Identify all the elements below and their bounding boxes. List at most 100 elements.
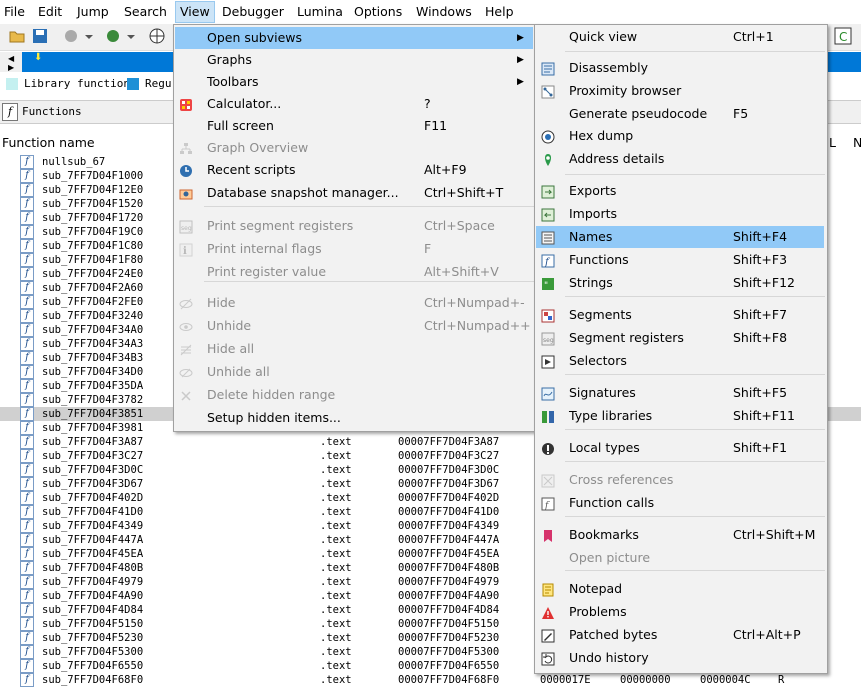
menu-item-label: Database snapshot manager...	[207, 185, 399, 200]
subview-item-undo-history[interactable]: Undo history	[536, 647, 824, 669]
view-menu-item-recent-scripts[interactable]: Recent scripts Alt+F9	[175, 159, 533, 181]
function-icon: f	[20, 253, 34, 267]
subview-item-hex-dump[interactable]: Hex dump	[536, 125, 824, 147]
nav-pointer-icon: ⬇	[34, 52, 43, 63]
function-name: sub_7FF7D04F3240	[42, 310, 144, 322]
menu-windows[interactable]: Windows	[416, 4, 472, 20]
menu-search[interactable]: Search	[124, 4, 167, 20]
refresh-icon[interactable]: C	[834, 27, 852, 45]
menu-separator	[565, 461, 825, 462]
column-l-header[interactable]: L	[829, 135, 836, 150]
subview-item-proximity-browser[interactable]: Proximity browser	[536, 80, 824, 102]
function-name: sub_7FF7D04F1720	[42, 212, 144, 224]
view-menu-item-open-subviews[interactable]: Open subviews ▶	[175, 27, 533, 49]
view-menu-item-graphs[interactable]: Graphs ▶	[175, 49, 533, 71]
menu-item-label: Graph Overview	[207, 140, 309, 155]
subview-item-names[interactable]: Names Shift+F4	[536, 226, 824, 248]
function-name: sub_7FF7D04F402D	[42, 492, 144, 504]
chevron-down-icon[interactable]	[84, 27, 102, 45]
save-icon[interactable]	[31, 27, 49, 45]
back-icon[interactable]	[62, 27, 80, 45]
function-icon: f	[20, 351, 34, 365]
table-row[interactable]: f sub_7FF7D04F68F0 .text 00007FF7D04F68F0 00…	[0, 673, 861, 687]
subview-item-signatures[interactable]: Signatures Shift+F5	[536, 382, 824, 404]
menu-item-label: Print segment registers	[207, 218, 354, 233]
subview-item-problems[interactable]: Problems	[536, 601, 824, 623]
function-name: sub_7FF7D04F35DA	[42, 380, 144, 392]
function-calls-icon: f	[541, 496, 555, 511]
function-name: sub_7FF7D04F4D84	[42, 604, 144, 616]
subview-item-local-types[interactable]: Local types Shift+F1	[536, 437, 824, 459]
function-name: sub_7FF7D04F3851	[42, 408, 144, 420]
subview-item-quick-view[interactable]: Quick view Ctrl+1	[536, 26, 824, 48]
subview-item-segment-registers[interactable]: seg Segment registers Shift+F8	[536, 327, 824, 349]
subview-item-segments[interactable]: Segments Shift+F7	[536, 304, 824, 326]
function-name: sub_7FF7D04F1C80	[42, 240, 144, 252]
subview-item-imports[interactable]: Imports	[536, 203, 824, 225]
subview-item-cross-references: Cross references	[536, 469, 824, 491]
subview-item-exports[interactable]: Exports	[536, 180, 824, 202]
library-swatch	[6, 78, 18, 90]
subview-item-function-calls[interactable]: f Function calls	[536, 492, 824, 514]
function-name: sub_7FF7D04F4349	[42, 520, 144, 532]
menu-item-shortcut: Shift+F8	[733, 330, 788, 345]
subview-item-functions[interactable]: f Functions Shift+F3	[536, 249, 824, 271]
view-menu-item-database-snapshot-manager[interactable]: Database snapshot manager... Ctrl+Shift+T	[175, 182, 533, 204]
segment-registers-icon: seg	[541, 331, 555, 346]
function-icon: f	[20, 211, 34, 225]
function-name: sub_7FF7D04F4979	[42, 576, 144, 588]
start-address-cell: 00007FF7D04F3C27	[398, 450, 500, 462]
menu-file[interactable]: File	[4, 4, 25, 20]
column-n-header[interactable]: N	[853, 135, 861, 150]
function-name: sub_7FF7D04F1000	[42, 170, 144, 182]
function-name: sub_7FF7D04F34B3	[42, 352, 144, 364]
subview-item-type-libraries[interactable]: Type libraries Shift+F11	[536, 405, 824, 427]
globe-icon[interactable]	[148, 27, 166, 45]
scroll-right-icon[interactable]: ▶	[8, 63, 14, 72]
subview-item-patched-bytes[interactable]: Patched bytes Ctrl+Alt+P	[536, 624, 824, 646]
menu-edit[interactable]: Edit	[38, 4, 62, 20]
function-name: sub_7FF7D04F3D0C	[42, 464, 144, 476]
menu-lumina[interactable]: Lumina	[297, 4, 343, 20]
menu-debugger[interactable]: Debugger	[222, 4, 284, 20]
segment-cell: .text	[320, 436, 352, 448]
subview-item-disassembly[interactable]: Disassembly	[536, 57, 824, 79]
menu-item-label: Exports	[569, 183, 617, 198]
subview-item-selectors[interactable]: Selectors	[536, 350, 824, 372]
subview-item-address-details[interactable]: Address details	[536, 148, 824, 170]
scroll-left-icon[interactable]: ◀	[8, 54, 14, 63]
menu-options[interactable]: Options	[354, 4, 402, 20]
menu-separator	[565, 570, 825, 571]
legend-library-label: Library function	[24, 77, 130, 90]
menu-view[interactable]: View	[175, 1, 215, 23]
notepad-icon	[541, 582, 555, 597]
open-folder-icon[interactable]	[8, 27, 26, 45]
function-name-header[interactable]: Function name	[2, 135, 95, 150]
start-address-cell: 00007FF7D04F3D67	[398, 478, 500, 490]
function-icon: f	[20, 309, 34, 323]
view-menu-item-setup-hidden-items[interactable]: Setup hidden items...	[175, 407, 533, 429]
view-menu-item-toolbars[interactable]: Toolbars ▶	[175, 71, 533, 93]
function-icon: f	[20, 407, 34, 421]
disassembly-icon	[541, 61, 555, 76]
graph-overview-icon	[179, 141, 193, 155]
menu-jump[interactable]: Jump	[77, 4, 109, 20]
subview-item-bookmarks[interactable]: Bookmarks Ctrl+Shift+M	[536, 524, 824, 546]
function-icon: f	[20, 435, 34, 449]
forward-icon[interactable]	[104, 27, 122, 45]
subview-item-generate-pseudocode[interactable]: Generate pseudocode F5	[536, 103, 824, 125]
subview-item-notepad[interactable]: Notepad	[536, 578, 824, 600]
menu-separator	[565, 51, 825, 52]
menu-help[interactable]: Help	[485, 4, 514, 20]
function-icon: f	[20, 631, 34, 645]
function-name: nullsub_67	[42, 156, 106, 168]
subview-item-strings[interactable]: " Strings Shift+F12	[536, 272, 824, 294]
function-name: sub_7FF7D04F447A	[42, 534, 144, 546]
start-address-cell: 00007FF7D04F402D	[398, 492, 500, 504]
legend-regular-label: Regu	[145, 77, 172, 90]
view-menu-item-calculator[interactable]: Calculator...?	[175, 93, 533, 115]
view-menu-item-full-screen[interactable]: Full screen F11	[175, 115, 533, 137]
segment-cell: .text	[320, 492, 352, 504]
chevron-down-icon-2[interactable]	[126, 27, 144, 45]
menu-item-label: Strings	[569, 275, 613, 290]
